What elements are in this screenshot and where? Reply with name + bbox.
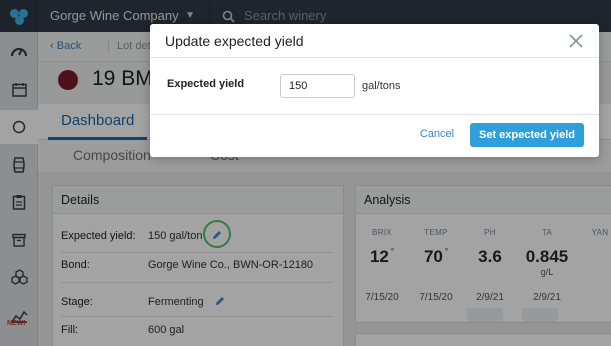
dialog-title: Update expected yield: [165, 33, 304, 49]
cancel-button[interactable]: Cancel: [414, 124, 460, 144]
close-icon[interactable]: [567, 32, 585, 50]
dialog-divider: [150, 114, 599, 115]
expected-yield-field-label: Expected yield: [167, 78, 245, 90]
update-expected-yield-dialog: Update expected yield Expected yield gal…: [150, 24, 599, 157]
expected-yield-input[interactable]: [280, 74, 355, 98]
set-expected-yield-button[interactable]: Set expected yield: [470, 123, 584, 147]
dialog-divider: [150, 57, 599, 58]
expected-yield-unit: gal/tons: [362, 80, 401, 92]
